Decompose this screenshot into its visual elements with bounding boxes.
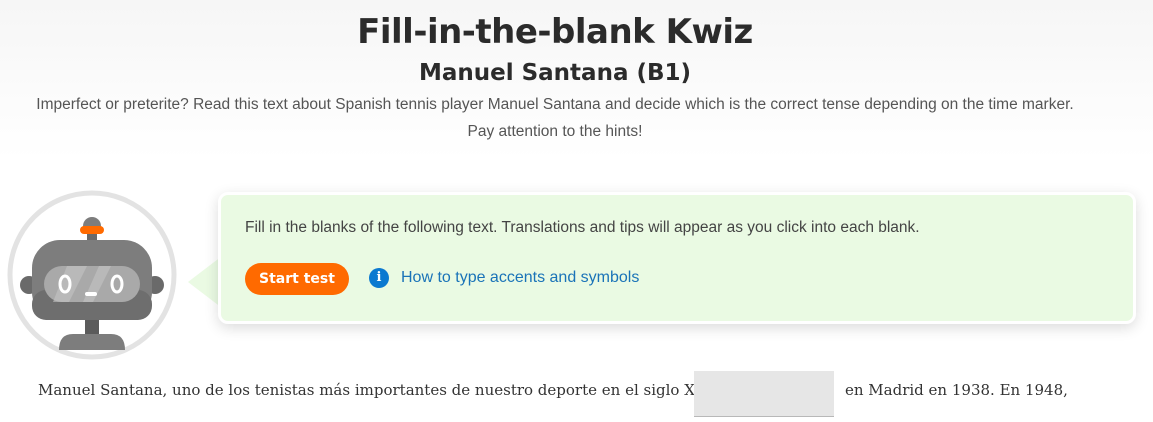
page-title: Fill-in-the-blank Kwiz bbox=[357, 12, 753, 52]
exercise-sentence-after: en Madrid en 1938. En 1948, bbox=[845, 381, 1068, 399]
start-test-button[interactable]: Start test bbox=[245, 263, 349, 295]
exercise-sentence-before: Manuel Santana, uno de los tenistas más … bbox=[38, 381, 711, 399]
instructions-card: Fill in the blanks of the following text… bbox=[218, 192, 1136, 324]
robot-mascot-icon bbox=[7, 190, 177, 360]
page-subtitle: Manuel Santana (B1) bbox=[418, 60, 692, 86]
info-icon: i bbox=[369, 268, 389, 288]
accents-help-label: How to type accents and symbols bbox=[401, 269, 640, 286]
card-pointer bbox=[188, 256, 222, 308]
page-intro: Imperfect or preterite? Read this text a… bbox=[36, 96, 1074, 140]
card-instruction: Fill in the blanks of the following text… bbox=[245, 219, 920, 236]
accents-help-link[interactable]: i How to type accents and symbols bbox=[369, 268, 639, 288]
blank-input-1[interactable] bbox=[694, 371, 834, 417]
